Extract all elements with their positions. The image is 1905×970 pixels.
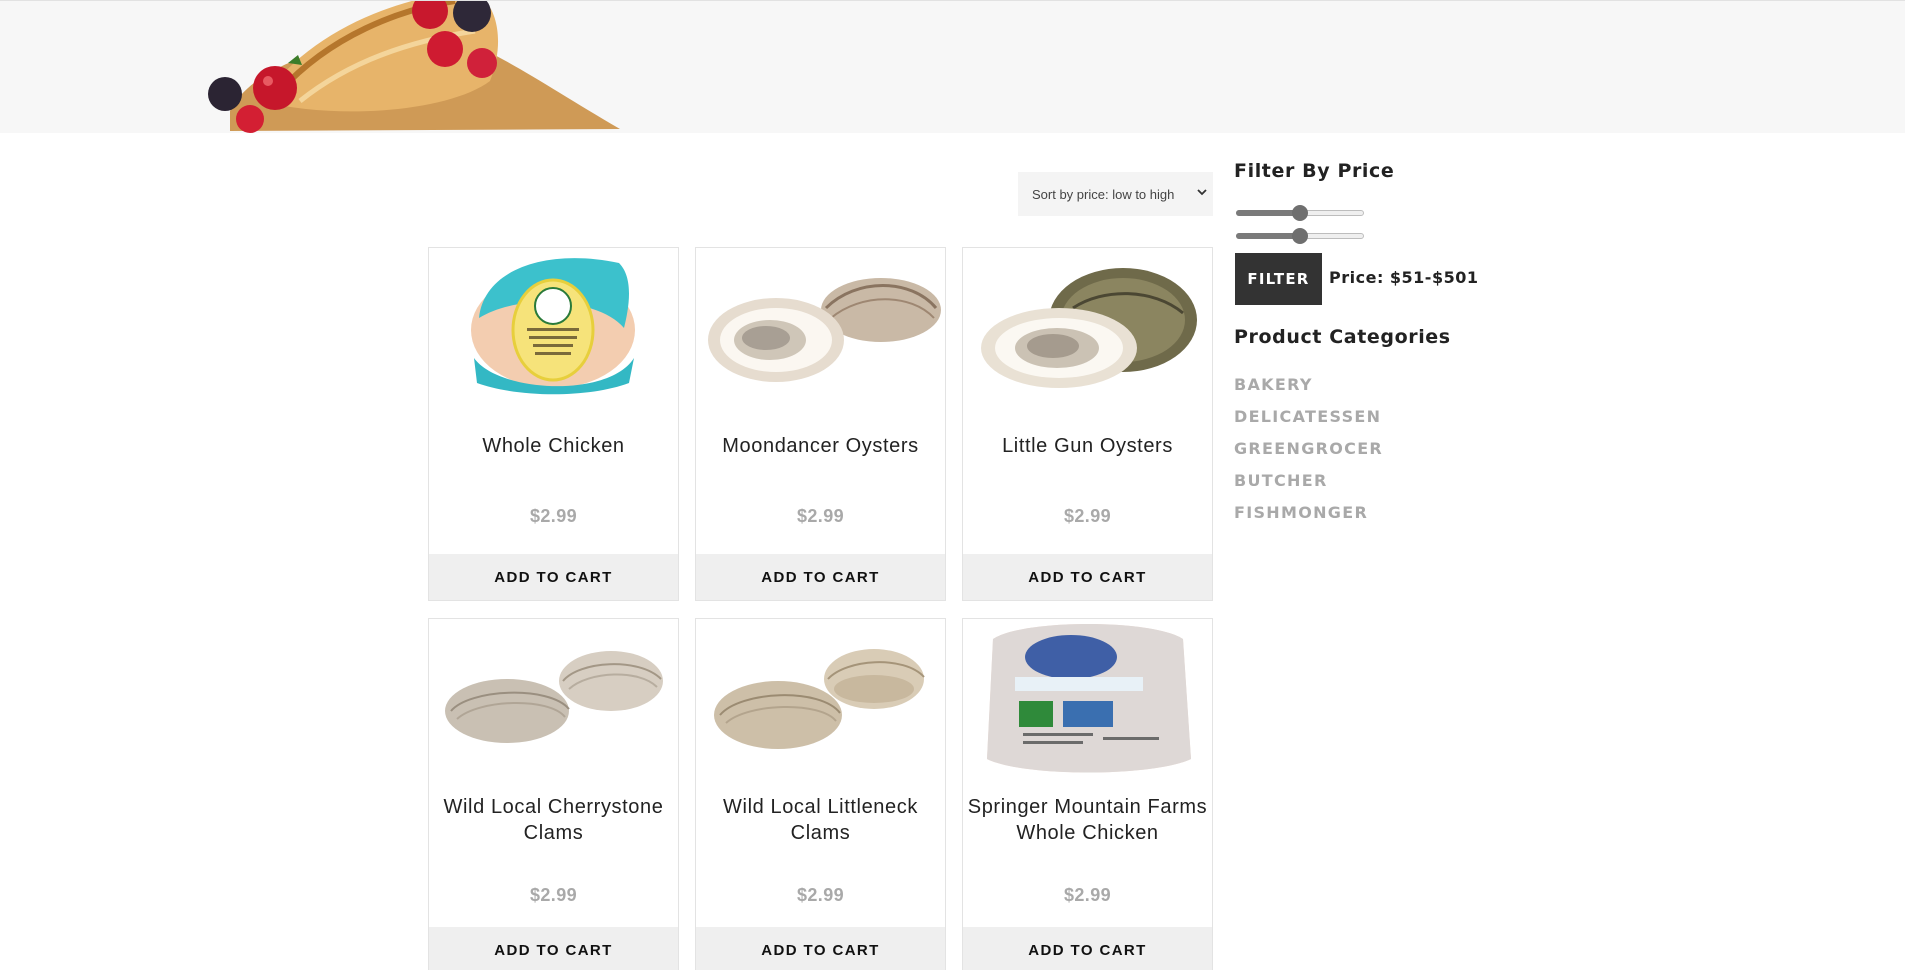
category-link-delicatessen[interactable]: DELICATESSEN [1234, 407, 1381, 426]
category-link-bakery[interactable]: BAKERY [1234, 375, 1313, 394]
moondancer-oysters-image[interactable] [696, 248, 945, 408]
product-name[interactable]: Little Gun Oysters [963, 433, 1212, 459]
price-max-slider[interactable] [1234, 228, 1366, 244]
product-card: Moondancer Oysters $2.99 ADD TO CART [695, 247, 946, 601]
product-card: Wild Local Cherrystone Clams $2.99 ADD T… [428, 618, 679, 970]
product-card: Little Gun Oysters $2.99 ADD TO CART [962, 247, 1213, 601]
category-link-butcher[interactable]: BUTCHER [1234, 471, 1328, 490]
product-name[interactable]: Whole Chicken [429, 433, 678, 459]
product-price: $2.99 [529, 885, 578, 905]
product-name[interactable]: Wild Local Cherrystone Clams [429, 794, 678, 846]
category-link-greengrocer[interactable]: GREENGROCER [1234, 439, 1383, 458]
slider-fill [1236, 233, 1300, 239]
price-min-slider[interactable] [1234, 205, 1366, 221]
product-categories-title: Product Categories [1234, 326, 1451, 348]
product-card: Springer Mountain Farms Whole Chicken $2… [962, 618, 1213, 970]
add-to-cart-button[interactable]: ADD TO CART [696, 554, 945, 600]
product-name[interactable]: Moondancer Oysters [696, 433, 945, 459]
springer-whole-chicken-image[interactable] [963, 619, 1212, 779]
hero-banner [0, 0, 1905, 133]
slider-thumb[interactable] [1292, 228, 1308, 244]
whole-chicken-image[interactable] [429, 248, 678, 408]
product-price: $2.99 [1063, 506, 1112, 526]
add-to-cart-button[interactable]: ADD TO CART [696, 927, 945, 970]
product-price: $2.99 [796, 506, 845, 526]
sort-select[interactable]: Sort by price: low to high [1018, 172, 1213, 216]
product-price: $2.99 [529, 506, 578, 526]
slider-thumb[interactable] [1292, 205, 1308, 221]
dessert-banner-image [208, 1, 620, 133]
filter-button[interactable]: FILTER [1235, 253, 1322, 305]
product-price: $2.99 [796, 885, 845, 905]
add-to-cart-button[interactable]: ADD TO CART [429, 927, 678, 970]
add-to-cart-button[interactable]: ADD TO CART [429, 554, 678, 600]
product-price: $2.99 [1063, 885, 1112, 905]
product-card: Whole Chicken $2.99 ADD TO CART [428, 247, 679, 601]
product-name[interactable]: Wild Local Littleneck Clams [696, 794, 945, 846]
little-gun-oysters-image[interactable] [963, 248, 1212, 408]
product-name[interactable]: Springer Mountain Farms Whole Chicken [963, 794, 1212, 846]
add-to-cart-button[interactable]: ADD TO CART [963, 927, 1212, 970]
price-range-label: Price: $51-$501 [1329, 268, 1479, 287]
slider-fill [1236, 210, 1300, 216]
littleneck-clams-image[interactable] [696, 619, 945, 779]
cherrystone-clams-image[interactable] [429, 619, 678, 779]
product-card: Wild Local Littleneck Clams $2.99 ADD TO… [695, 618, 946, 970]
chevron-down-icon [1197, 189, 1207, 196]
add-to-cart-button[interactable]: ADD TO CART [963, 554, 1212, 600]
filter-by-price-title: Filter By Price [1234, 160, 1395, 182]
category-link-fishmonger[interactable]: FISHMONGER [1234, 503, 1368, 522]
